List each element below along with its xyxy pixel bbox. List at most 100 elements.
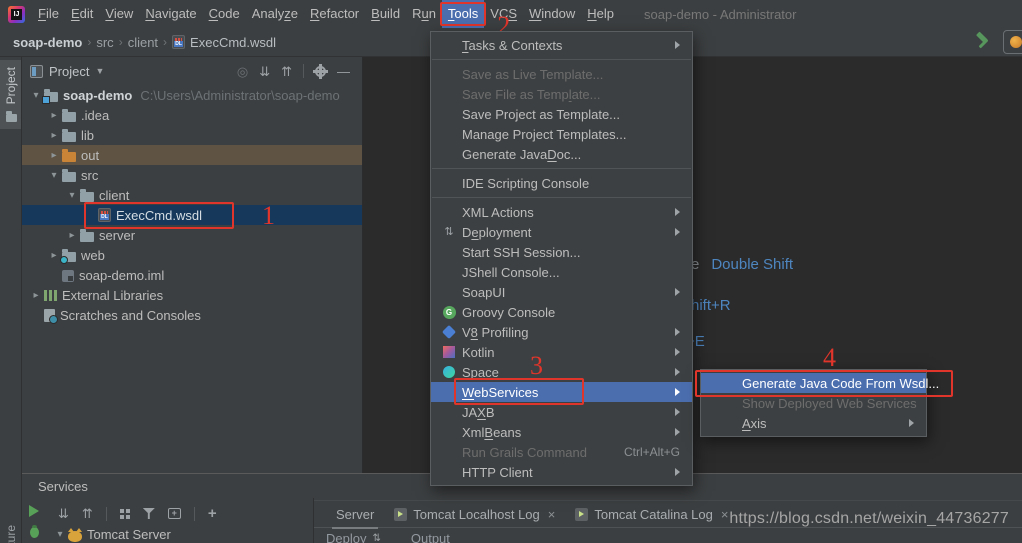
footer-tab-output[interactable]: Output	[411, 531, 450, 543]
tool-window-button-project[interactable]: Project	[0, 60, 21, 130]
chevron-right-icon[interactable]: ▸	[46, 110, 62, 121]
tree-row-src[interactable]: ▾ src	[22, 165, 362, 185]
new-frame-icon[interactable]	[167, 508, 181, 519]
chevron-down-icon[interactable]: ▾	[52, 529, 68, 540]
group-by-icon[interactable]	[119, 508, 130, 519]
menu-item-kotlin[interactable]: Kotlin	[431, 342, 692, 362]
collapse-all-icon[interactable]: ⇈	[82, 507, 93, 520]
menu-item-xmlbeans[interactable]: XmlBeans	[431, 422, 692, 442]
space-icon	[439, 366, 459, 378]
menu-item-show-deployed-web-services[interactable]: Show Deployed Web Services	[701, 393, 926, 413]
menu-item-axis[interactable]: Axis	[701, 413, 926, 433]
menu-item-v8-profiling[interactable]: V8 Profiling	[431, 322, 692, 342]
submenu-arrow-icon	[675, 348, 680, 356]
footer-tab-deploy[interactable]: Deploy ⇅	[326, 531, 381, 543]
menu-item-tasks-contexts[interactable]: Tasks & Contexts	[431, 35, 692, 55]
menu-item-start-ssh-session[interactable]: Start SSH Session...	[431, 242, 692, 262]
notification-icon	[1010, 36, 1022, 48]
tool-window-button-structure[interactable]: Structure	[0, 518, 21, 543]
menubar-item-window[interactable]: Window	[523, 0, 581, 28]
project-panel-title[interactable]: Project	[49, 64, 89, 79]
tab-tomcat-localhost-log[interactable]: Tomcat Localhost Log ×	[384, 500, 565, 528]
menu-item-manage-project-templates[interactable]: Manage Project Templates...	[431, 124, 692, 144]
menubar-item-code[interactable]: Code	[203, 0, 246, 28]
locate-icon[interactable]: ◎	[237, 65, 248, 78]
menu-item-deployment[interactable]: ⇅ Deployment	[431, 222, 692, 242]
menu-item-generate-java-code-from-wsdl[interactable]: Generate Java Code From Wsdl... 4	[695, 345, 953, 397]
menu-item-save-project-as-template[interactable]: Save Project as Template...	[431, 104, 692, 124]
menu-item-run-grails-command[interactable]: Run Grails Command Ctrl+Alt+G	[431, 442, 692, 462]
close-icon[interactable]: ×	[721, 507, 729, 522]
chevron-right-icon[interactable]: ▸	[28, 290, 44, 301]
menu-item-save-as-live-template[interactable]: Save as Live Template...	[431, 64, 692, 84]
breadcrumb-label: client	[127, 34, 159, 50]
tree-row-out[interactable]: ▸ out	[22, 145, 362, 165]
filter-icon[interactable]	[142, 508, 155, 519]
groovy-icon	[442, 305, 456, 319]
tree-row-scratches-and-consoles[interactable]: Scratches and Consoles	[22, 305, 362, 325]
menu-item-webservices[interactable]: WebServices 3	[431, 353, 692, 405]
settings-icon[interactable]	[315, 63, 326, 79]
chevron-right-icon[interactable]: ▸	[46, 130, 62, 141]
menu-item-soapui[interactable]: SoapUI	[431, 282, 692, 302]
menu-item-jshell-console[interactable]: JShell Console...	[431, 262, 692, 282]
menu-item-generate-javadoc[interactable]: Generate JavaDoc...	[431, 144, 692, 164]
expand-all-icon[interactable]: ⇊	[259, 65, 270, 78]
breadcrumb-item-execcmd-wsdl[interactable]: ExecCmd.wsdl	[172, 35, 276, 50]
submenu-arrow-icon	[675, 468, 680, 476]
chevron-right-icon[interactable]: ▸	[64, 230, 80, 241]
menubar-item-tools[interactable]: Tools 2	[439, 0, 510, 39]
folder-icon	[62, 108, 76, 122]
breadcrumb-item-soap-demo[interactable]: soap-demo	[13, 35, 82, 50]
tab-server[interactable]: Server	[326, 500, 384, 529]
tab-tomcat-catalina-log[interactable]: Tomcat Catalina Log ×	[565, 500, 738, 528]
collapse-all-icon[interactable]: ⇈	[281, 65, 292, 78]
chevron-down-icon[interactable]: ▾	[64, 190, 80, 201]
menubar-item-run[interactable]: Run	[406, 0, 442, 28]
breadcrumb-item-client[interactable]: client	[128, 35, 158, 50]
hide-icon[interactable]: —	[337, 65, 350, 78]
tree-row-client[interactable]: ▾ client	[22, 185, 362, 205]
menubar-item-build[interactable]: Build	[365, 0, 406, 28]
menubar-item-refactor[interactable]: Refactor	[304, 0, 365, 28]
menu-item-space[interactable]: Space	[431, 362, 692, 382]
menu-item-save-file-as-template[interactable]: Save File as Template...	[431, 84, 692, 104]
menubar-item-help[interactable]: Help	[581, 0, 620, 28]
project-view-icon	[30, 64, 43, 78]
breadcrumb-item-src[interactable]: src	[96, 35, 113, 50]
notification-button[interactable]	[1003, 30, 1022, 54]
chevron-down-icon[interactable]: ▼	[95, 66, 104, 76]
console-icon	[575, 507, 589, 521]
tree-row-execcmd-wsdl[interactable]: ExecCmd.wsdl 1	[22, 202, 362, 229]
expand-all-icon[interactable]: ⇊	[58, 507, 69, 520]
breadcrumb-label: ExecCmd.wsdl	[190, 34, 277, 50]
close-icon[interactable]: ×	[548, 507, 556, 522]
tree-row-server[interactable]: ▸ server	[22, 225, 362, 245]
chevron-down-icon[interactable]: ▾	[46, 170, 62, 181]
build-hammer-icon[interactable]	[973, 32, 993, 52]
web-folder-icon	[60, 248, 76, 264]
menu-item-xml-actions[interactable]: XML Actions	[431, 202, 692, 222]
tree-row-web[interactable]: ▸ web	[22, 245, 362, 265]
menu-item-label: Manage Project Templates...	[462, 126, 627, 142]
menubar-item-file[interactable]: File	[32, 0, 65, 28]
tree-row-soap-demo-iml[interactable]: soap-demo.iml	[22, 265, 362, 285]
menubar-item-analyze[interactable]: Analyze	[246, 0, 304, 28]
menu-item-jaxb[interactable]: JAXB	[431, 402, 692, 422]
tree-row-external-libraries[interactable]: ▸ External Libraries	[22, 285, 362, 305]
play-icon[interactable]	[29, 505, 39, 517]
add-icon[interactable]: +	[208, 506, 217, 521]
menubar-item-navigate[interactable]: Navigate	[139, 0, 202, 28]
chevron-right-icon[interactable]: ▸	[46, 150, 62, 161]
project-tree: ▾ soap-demo C:\Users\Administrator\soap-de…	[22, 85, 362, 325]
menubar-item-view[interactable]: View	[99, 0, 139, 28]
debug-icon[interactable]	[29, 525, 39, 538]
tree-row-lib[interactable]: ▸ lib	[22, 125, 362, 145]
menubar-item-edit[interactable]: Edit	[65, 0, 99, 28]
menu-item-http-client[interactable]: HTTP Client	[431, 462, 692, 482]
menu-separator	[432, 197, 691, 198]
menu-item-groovy-console[interactable]: Groovy Console	[431, 302, 692, 322]
tree-row-soap-demo[interactable]: ▾ soap-demo C:\Users\Administrator\soap-de…	[22, 85, 362, 105]
tree-row-idea[interactable]: ▸ .idea	[22, 105, 362, 125]
menu-item-ide-scripting-console[interactable]: IDE Scripting Console	[431, 173, 692, 193]
